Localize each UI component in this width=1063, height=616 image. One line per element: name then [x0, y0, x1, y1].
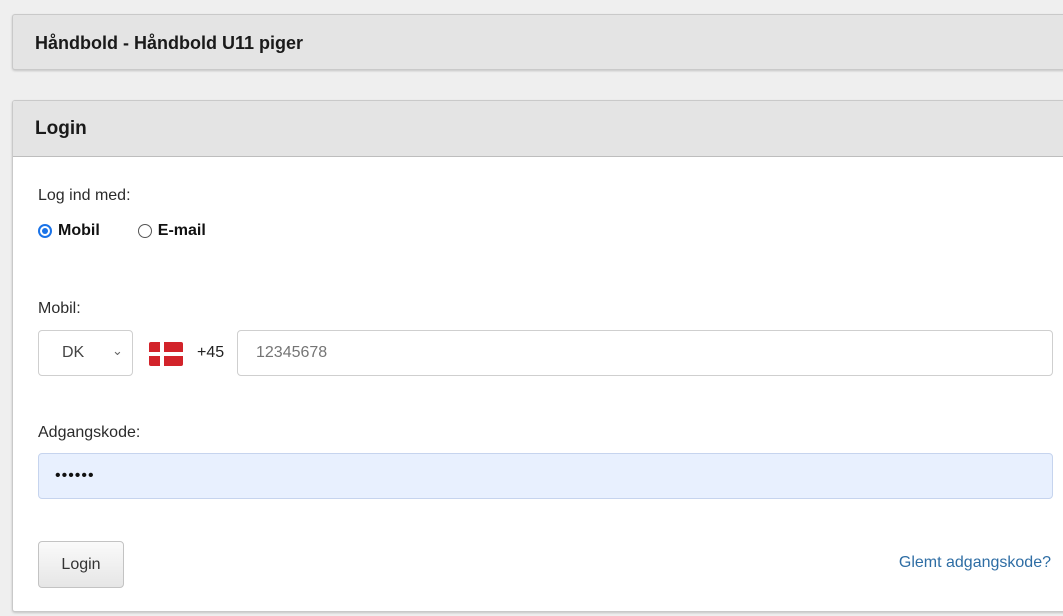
radio-checked-icon[interactable]	[38, 224, 52, 238]
radio-option-email[interactable]: E-mail	[137, 222, 206, 240]
login-heading-title: Login	[35, 118, 87, 139]
radio-unchecked-icon[interactable]	[137, 224, 152, 238]
chevron-down-icon[interactable]: ⌄	[112, 343, 123, 359]
password-label: Adgangskode:	[38, 424, 141, 441]
forgot-password-link[interactable]: Glemt adgangskode?	[899, 554, 1051, 572]
country-select[interactable]: DK ⌄	[38, 330, 133, 376]
radio-option-mobil[interactable]: Mobil	[38, 222, 100, 240]
flag-cross-horizontal	[149, 352, 183, 356]
radio-label-email[interactable]: E-mail	[158, 222, 206, 240]
login-button[interactable]: Login	[38, 541, 124, 588]
radio-label-mobil[interactable]: Mobil	[58, 222, 100, 240]
team-title: Håndbold - Håndbold U11 piger	[35, 33, 304, 53]
login-panel: Login Log ind med: Mobil E-mail Mobil: D…	[12, 100, 1063, 612]
password-input[interactable]	[38, 453, 1053, 499]
login-with-label: Log ind med:	[38, 187, 131, 204]
phone-number-input[interactable]	[237, 330, 1053, 376]
country-select-value[interactable]: DK	[62, 344, 84, 362]
team-header-panel: Håndbold - Håndbold U11 piger	[12, 14, 1063, 70]
login-panel-heading: Login	[13, 101, 1063, 157]
mobile-label: Mobil:	[38, 300, 81, 317]
dial-code: +45	[197, 344, 225, 361]
login-method-radio-group: Mobil E-mail	[38, 222, 206, 240]
flag-cross-vertical	[160, 342, 164, 366]
denmark-flag-icon	[149, 342, 183, 366]
